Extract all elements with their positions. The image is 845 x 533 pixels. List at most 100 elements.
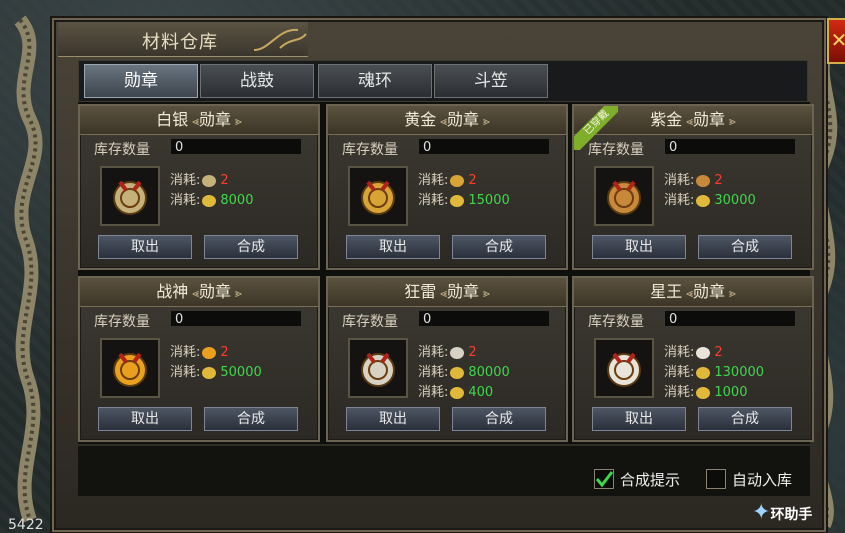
cost-label: 消耗: (418, 345, 449, 360)
take-out-button[interactable]: 取出 (346, 407, 440, 431)
medal-icon (361, 180, 395, 215)
take-out-button[interactable]: 取出 (98, 235, 192, 259)
medal-name: 紫金 (650, 110, 683, 129)
cost-row: 消耗: 80000 (418, 361, 510, 380)
medal-slot[interactable] (594, 338, 654, 398)
cost-label: 消耗: (170, 173, 201, 188)
medal-panel: 星王 ⪡勋章 ⪢ 库存数量 0 消耗: 2 消耗: 130000 消耗: 1000 取出 … (572, 276, 814, 442)
cost-value: 2 (468, 173, 477, 188)
stock-value: 0 (418, 138, 550, 155)
medal-icon (607, 180, 641, 215)
cost-value: 15000 (468, 193, 510, 208)
medal-type: 勋章 (199, 282, 232, 301)
gold-ingot-icon (450, 194, 465, 207)
merge-button[interactable]: 合成 (204, 235, 298, 259)
merge-button[interactable]: 合成 (204, 407, 298, 431)
panel-title: 星王 ⪡勋章 ⪢ (574, 278, 812, 307)
cost-value: 2 (220, 173, 229, 188)
arrow-left-icon: ⪡ (440, 286, 447, 300)
medal-slot[interactable] (100, 166, 160, 226)
arrow-left-icon: ⪡ (192, 286, 199, 300)
cost-row: 消耗: 2 (664, 341, 723, 360)
corner-number: 5422 (8, 517, 44, 533)
stock-label: 库存数量 (342, 314, 398, 330)
title-ornament-icon (253, 28, 307, 51)
merge-hint-checkbox[interactable] (594, 469, 614, 489)
take-out-button[interactable]: 取出 (592, 235, 686, 259)
tab-bamboo-hat[interactable]: 斗笠 (434, 64, 548, 98)
medal-panel: 紫金 ⪡勋章 ⪢ 库存数量 0 消耗: 2 消耗: 30000 取出 合成 已穿戴 (572, 104, 814, 270)
medal-icon (113, 352, 147, 387)
tab-medal[interactable]: 勋章 (84, 64, 198, 98)
medal-icon (607, 352, 641, 387)
panel-title: 狂雷 ⪡勋章 ⪢ (328, 278, 566, 307)
merge-button[interactable]: 合成 (698, 235, 792, 259)
stock-value: 0 (418, 310, 550, 327)
merge-button[interactable]: 合成 (698, 407, 792, 431)
medal-type: 勋章 (447, 110, 480, 129)
panel-title: 白银 ⪡勋章 ⪢ (80, 106, 318, 135)
material-icon (450, 386, 465, 399)
take-out-button[interactable]: 取出 (346, 235, 440, 259)
cost-label: 消耗: (664, 385, 695, 400)
cost-value: 1000 (714, 385, 748, 400)
stock-label: 库存数量 (94, 142, 150, 158)
cost-row: 消耗: 2 (418, 169, 477, 188)
medal-panel: 战神 ⪡勋章 ⪢ 库存数量 0 消耗: 2 消耗: 50000 取出 合成 (78, 276, 320, 442)
cost-label: 消耗: (664, 193, 695, 208)
close-button[interactable]: ✕ (827, 18, 845, 64)
tab-war-drum[interactable]: 战鼓 (200, 64, 314, 98)
equipped-ribbon: 已穿戴 (574, 106, 618, 150)
take-out-button[interactable]: 取出 (98, 407, 192, 431)
arrow-left-icon: ⪡ (686, 286, 693, 300)
war-god-medal-icon (202, 346, 217, 359)
silver-medal-icon (202, 174, 217, 187)
medal-type: 勋章 (199, 110, 232, 129)
medal-slot[interactable] (348, 338, 408, 398)
medal-name: 白银 (156, 110, 189, 129)
merge-button[interactable]: 合成 (452, 407, 546, 431)
take-out-button[interactable]: 取出 (592, 407, 686, 431)
watermark: ✦环助手 (752, 500, 813, 525)
auto-store-checkbox[interactable] (706, 469, 726, 489)
cost-label: 消耗: (418, 173, 449, 188)
equipped-ribbon-text: 已穿戴 (574, 106, 618, 150)
arrow-right-icon: ⪢ (235, 114, 242, 128)
merge-button[interactable]: 合成 (452, 235, 546, 259)
medal-slot[interactable] (594, 166, 654, 226)
arrow-left-icon: ⪡ (686, 114, 693, 128)
gold-ingot-icon (450, 366, 465, 379)
merge-hint-label: 合成提示 (620, 471, 681, 489)
arrow-right-icon: ⪢ (729, 286, 736, 300)
auto-store-label: 自动入库 (732, 471, 793, 489)
medal-slot[interactable] (348, 166, 408, 226)
cost-value: 2 (220, 345, 229, 360)
medal-name: 黄金 (404, 110, 437, 129)
cost-value: 50000 (220, 365, 262, 380)
cost-row: 消耗: 400 (418, 381, 493, 400)
medal-name: 狂雷 (404, 282, 437, 301)
thunder-medal-icon (450, 346, 465, 359)
arrow-right-icon: ⪢ (483, 286, 490, 300)
material-icon (696, 386, 711, 399)
cost-label: 消耗: (170, 365, 201, 380)
cost-value: 130000 (714, 365, 765, 380)
gold-ingot-icon (696, 366, 711, 379)
cost-value: 30000 (714, 193, 756, 208)
cost-label: 消耗: (418, 193, 449, 208)
medal-slot[interactable] (100, 338, 160, 398)
cost-row: 消耗: 30000 (664, 189, 756, 208)
cost-label: 消耗: (664, 173, 695, 188)
cost-value: 2 (468, 345, 477, 360)
cost-row: 消耗: 8000 (170, 189, 253, 208)
cost-row: 消耗: 2 (664, 169, 723, 188)
cost-row: 消耗: 2 (170, 169, 229, 188)
gold-medal-icon (450, 174, 465, 187)
arrow-left-icon: ⪡ (440, 114, 447, 128)
checkmark-icon (595, 471, 614, 488)
tab-soul-ring[interactable]: 魂环 (318, 64, 432, 98)
window-title: 材料仓库 (142, 32, 218, 53)
panel-title: 战神 ⪡勋章 ⪢ (80, 278, 318, 307)
cost-label: 消耗: (170, 193, 201, 208)
arrow-right-icon: ⪢ (729, 114, 736, 128)
